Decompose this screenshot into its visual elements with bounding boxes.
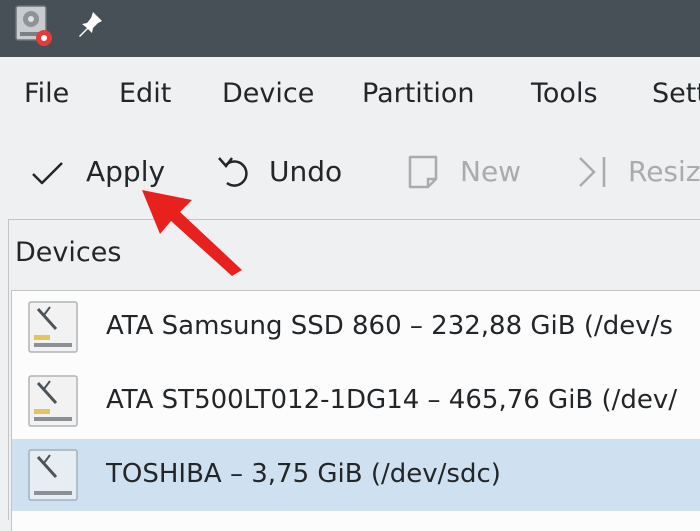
hard-drive-icon [28, 375, 78, 427]
apply-button[interactable]: Apply [28, 147, 178, 197]
new-document-icon [408, 155, 438, 189]
hard-drive-icon [28, 449, 78, 501]
menu-device[interactable]: Device [222, 77, 314, 111]
device-row-sdb[interactable]: ATA ST500LT012-1DG14 – 465,76 GiB (/dev/ [12, 365, 700, 437]
menu-file[interactable]: File [24, 77, 69, 111]
pin-icon[interactable] [74, 8, 106, 40]
device-label: ATA ST500LT012-1DG14 – 465,76 GiB (/dev/ [106, 385, 678, 415]
partition-manager-app-icon[interactable] [14, 4, 58, 48]
undo-button[interactable]: Undo [214, 147, 354, 197]
devices-panel-title: Devices [15, 237, 122, 268]
undo-icon [218, 157, 248, 187]
apply-label: Apply [86, 155, 166, 188]
main-toolbar: Apply Undo New Resiz [0, 127, 700, 217]
device-label: TOSHIBA – 3,75 GiB (/dev/sdc) [106, 459, 501, 489]
resize-button[interactable]: Resiz [572, 147, 700, 197]
menu-edit[interactable]: Edit [119, 77, 171, 111]
window-titlebar[interactable] [0, 0, 700, 57]
device-label: ATA Samsung SSD 860 – 232,88 GiB (/dev/s [106, 311, 673, 341]
menu-settings[interactable]: Sett [652, 77, 700, 111]
devices-panel: Devices ATA Samsung SSD 860 – 232,88 GiB… [8, 219, 700, 531]
device-row-sdc[interactable]: TOSHIBA – 3,75 GiB (/dev/sdc) [12, 439, 700, 511]
menu-tools[interactable]: Tools [531, 77, 598, 111]
undo-label: Undo [269, 155, 343, 188]
menu-bar: File Edit Device Partition Tools Sett [0, 57, 700, 127]
checkmark-icon [32, 162, 63, 185]
resize-icon [579, 157, 606, 187]
resize-label: Resiz [628, 155, 700, 188]
menu-partition[interactable]: Partition [362, 77, 475, 111]
new-label: New [460, 155, 522, 188]
hard-drive-icon [28, 301, 78, 353]
device-list: ATA Samsung SSD 860 – 232,88 GiB (/dev/s… [11, 290, 700, 531]
device-row-sda[interactable]: ATA Samsung SSD 860 – 232,88 GiB (/dev/s [12, 291, 700, 363]
new-partition-button[interactable]: New [404, 147, 534, 197]
